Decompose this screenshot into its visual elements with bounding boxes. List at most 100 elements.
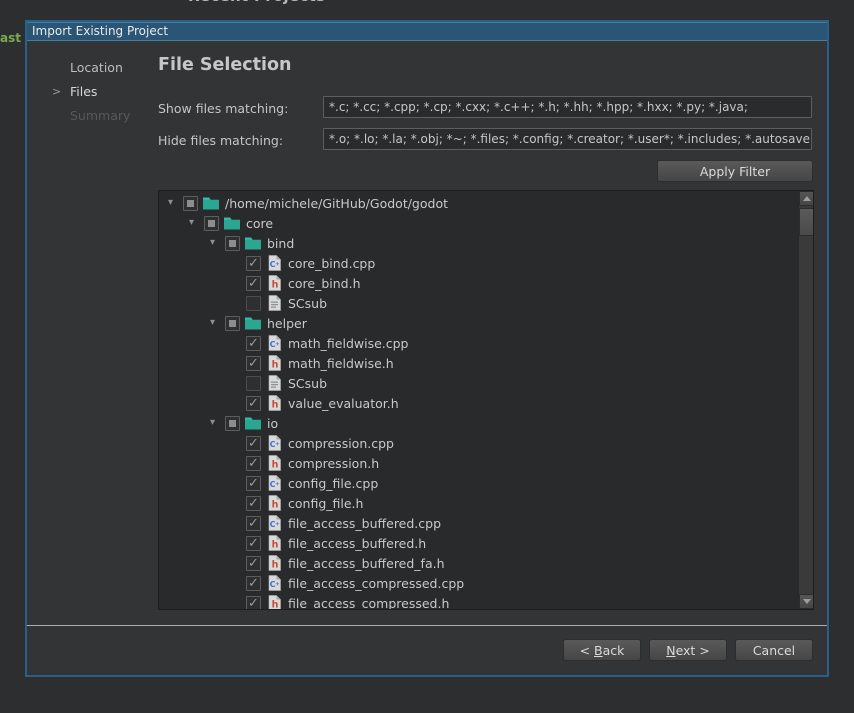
expand-arrow-icon[interactable]: ▾: [186, 213, 204, 233]
partial-check-mark: [229, 240, 236, 247]
document-icon: [266, 295, 282, 311]
next-button[interactable]: Next >: [649, 639, 727, 661]
tree-row[interactable]: ▾helper: [159, 313, 798, 333]
expand-arrow-icon[interactable]: ▾: [165, 193, 183, 213]
tree-row[interactable]: ✓hfile_access_buffered_fa.h: [159, 553, 798, 573]
tree-row[interactable]: ✓C++compression.cpp: [159, 433, 798, 453]
back-label: < Back: [580, 643, 625, 658]
step-label: Summary: [70, 108, 130, 123]
tree-row[interactable]: ✓hfile_access_compressed.h: [159, 593, 798, 610]
cancel-button[interactable]: Cancel: [735, 639, 813, 661]
row-checkbox[interactable]: ✓: [246, 396, 261, 411]
tree-row[interactable]: ▾/home/michele/GitHub/Godot/godot: [159, 193, 798, 213]
step-label: Files: [70, 84, 97, 99]
row-checkbox[interactable]: ✓: [246, 596, 261, 611]
scroll-up-icon: [803, 196, 811, 201]
tree-item-label: SCsub: [288, 296, 327, 311]
tree-row[interactable]: ✓C++math_fieldwise.cpp: [159, 333, 798, 353]
row-checkbox[interactable]: ✓: [246, 536, 261, 551]
folder-icon: [245, 416, 261, 430]
partial-check-mark: [187, 200, 194, 207]
tree-row[interactable]: ✓C++config_file.cpp: [159, 473, 798, 493]
folder-icon: [224, 216, 240, 230]
cancel-label: Cancel: [753, 643, 795, 658]
scroll-down-icon: [803, 599, 811, 604]
tree-item-label: bind: [267, 236, 294, 251]
svg-text:++: ++: [275, 521, 281, 527]
file-tree-rows: ▾/home/michele/GitHub/Godot/godot▾core▾b…: [159, 193, 798, 610]
row-checkbox[interactable]: [225, 316, 240, 331]
header-file-icon: h: [266, 495, 282, 511]
tree-row[interactable]: ✓C++core_bind.cpp: [159, 253, 798, 273]
svg-text:++: ++: [275, 481, 281, 487]
row-checkbox[interactable]: [246, 376, 261, 391]
row-checkbox[interactable]: ✓: [246, 256, 261, 271]
header-file-icon: h: [266, 595, 282, 610]
expand-arrow-icon[interactable]: ▾: [207, 233, 225, 253]
step-files[interactable]: > Files: [52, 79, 162, 103]
cpp-file-icon: C++: [266, 435, 282, 451]
row-checkbox[interactable]: [183, 196, 198, 211]
expand-arrow-icon[interactable]: ▾: [207, 413, 225, 433]
header-file-icon: h: [266, 355, 282, 371]
tree-row[interactable]: ✓ h config_file.h: [159, 493, 798, 513]
page-title: File Selection: [158, 55, 291, 75]
wizard-steps: Location > Files Summary: [52, 55, 162, 127]
hide-files-label: Hide files matching:: [158, 133, 283, 148]
row-checkbox[interactable]: ✓: [246, 556, 261, 571]
tree-row[interactable]: ✓hcore_bind.h: [159, 273, 798, 293]
tree-row[interactable]: ▾io: [159, 413, 798, 433]
tree-item-label: core_bind.h: [288, 276, 361, 291]
tree-item-label: config_file.h: [288, 496, 363, 511]
tree-row[interactable]: SCsub: [159, 373, 798, 393]
header-file-icon: h: [266, 535, 282, 551]
row-checkbox[interactable]: [246, 296, 261, 311]
row-checkbox[interactable]: [204, 216, 219, 231]
cpp-file-icon: C++: [266, 575, 282, 591]
row-checkbox[interactable]: ✓: [246, 276, 261, 291]
partial-check-mark: [229, 420, 236, 427]
row-checkbox[interactable]: ✓: [246, 336, 261, 351]
show-files-input[interactable]: [323, 96, 812, 118]
hide-files-input[interactable]: *.o; *.lo; *.la; *.obj; *~; *.files; *.c…: [323, 128, 812, 150]
tree-row[interactable]: ✓hvalue_evaluator.h: [159, 393, 798, 413]
tree-item-label: SCsub: [288, 376, 327, 391]
row-checkbox[interactable]: [225, 416, 240, 431]
row-checkbox[interactable]: ✓: [246, 516, 261, 531]
row-checkbox[interactable]: ✓: [246, 576, 261, 591]
svg-text:h: h: [271, 600, 278, 610]
expand-arrow-icon[interactable]: ▾: [207, 313, 225, 333]
svg-text:++: ++: [275, 261, 281, 267]
row-checkbox[interactable]: ✓: [246, 356, 261, 371]
svg-text:h: h: [271, 460, 278, 471]
tree-scrollbar[interactable]: [798, 191, 813, 609]
svg-text:++: ++: [275, 441, 281, 447]
partial-check-mark: [208, 220, 215, 227]
file-tree[interactable]: ▾/home/michele/GitHub/Godot/godot▾core▾b…: [158, 190, 814, 610]
scroll-up-button[interactable]: [799, 191, 814, 206]
tree-row[interactable]: ▾ bind: [159, 233, 798, 253]
row-checkbox[interactable]: [225, 236, 240, 251]
tree-item-label: file_access_buffered.h: [288, 536, 426, 551]
row-checkbox[interactable]: ✓: [246, 496, 261, 511]
step-location[interactable]: Location: [52, 55, 162, 79]
apply-filter-button[interactable]: Apply Filter: [657, 160, 813, 182]
tree-item-label: file_access_buffered.cpp: [288, 516, 441, 531]
chevron-right-icon: >: [52, 85, 70, 98]
tree-row[interactable]: SCsub: [159, 293, 798, 313]
tree-row[interactable]: ▾core: [159, 213, 798, 233]
scroll-down-button[interactable]: [799, 594, 814, 609]
row-checkbox[interactable]: ✓: [246, 476, 261, 491]
tree-item-label: compression.h: [288, 456, 379, 471]
tree-row[interactable]: ✓hmath_fieldwise.h: [159, 353, 798, 373]
tree-row[interactable]: ✓ h file_access_buffered.h: [159, 533, 798, 553]
tree-item-label: config_file.cpp: [288, 476, 378, 491]
tree-row[interactable]: ✓C++file_access_buffered.cpp: [159, 513, 798, 533]
back-button[interactable]: < Back: [563, 639, 641, 661]
row-checkbox[interactable]: ✓: [246, 436, 261, 451]
tree-row[interactable]: ✓ h compression.h: [159, 453, 798, 473]
scrollbar-thumb[interactable]: [799, 208, 814, 236]
row-checkbox[interactable]: ✓: [246, 456, 261, 471]
dialog-titlebar[interactable]: Import Existing Project: [27, 22, 827, 41]
tree-row[interactable]: ✓C++file_access_compressed.cpp: [159, 573, 798, 593]
